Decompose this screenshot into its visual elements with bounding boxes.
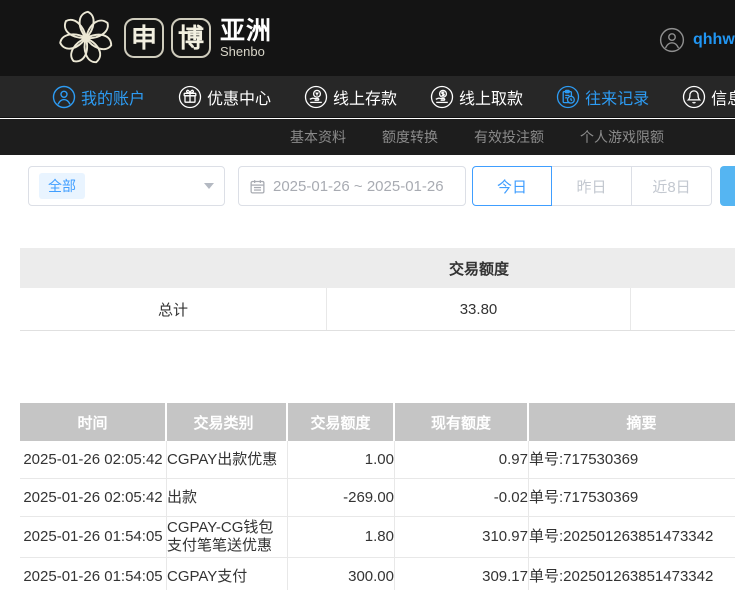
yesterday-button[interactable]: 昨日 xyxy=(552,166,632,206)
nav-item-promotions[interactable]: 优惠中心 xyxy=(178,85,271,109)
deposit-icon xyxy=(304,85,328,109)
column-header-balance: 现有额度 xyxy=(395,403,529,441)
cell-balance: 310.97 xyxy=(395,517,529,557)
brand-region-text: 亚洲 xyxy=(220,18,272,44)
nav-item-deposit[interactable]: 线上存款 xyxy=(304,85,397,109)
column-header-type: 交易类别 xyxy=(167,403,288,441)
summary-header-empty xyxy=(20,248,327,288)
cell-amount: -269.00 xyxy=(288,479,395,516)
nav-label: 我的账户 xyxy=(81,85,145,109)
cell-balance: -0.02 xyxy=(395,479,529,516)
summary-total-label: 总计 xyxy=(20,288,327,330)
brand-char-bo: 博 xyxy=(171,18,211,58)
column-header-amount: 交易额度 xyxy=(288,403,395,441)
nav-item-my-account[interactable]: 我的账户 xyxy=(52,85,145,109)
user-circle-icon xyxy=(52,85,76,109)
date-range-input[interactable]: 2025-01-26 ~ 2025-01-26 xyxy=(238,166,466,206)
cell-summary: 单号:202501263851473342 xyxy=(529,517,735,557)
summary-header-empty xyxy=(631,248,735,288)
nav-label: 往来记录 xyxy=(585,85,649,109)
cell-amount: 1.00 xyxy=(288,441,395,478)
transaction-type-select[interactable]: 全部 xyxy=(28,166,225,206)
nav-item-withdraw[interactable]: 线上取款 xyxy=(430,85,523,109)
table-row: 2025-01-26 02:05:42 CGPAY出款优惠 1.00 0.97 … xyxy=(20,441,735,479)
bell-icon xyxy=(682,85,706,109)
cell-type: CGPAY出款优惠 xyxy=(167,441,288,478)
summary-header-row: 交易额度 xyxy=(20,248,735,288)
table-row: 2025-01-26 01:54:05 CGPAY-CG钱包支付笔笔送优惠 1.… xyxy=(20,517,735,558)
last-8-days-button[interactable]: 近8日 xyxy=(632,166,712,206)
username-text[interactable]: qhhw xyxy=(693,31,735,49)
cell-time: 2025-01-26 01:54:05 xyxy=(20,517,167,557)
cell-balance: 309.17 xyxy=(395,558,529,590)
topbar: 申 博 亚洲 Shenbo qhhw xyxy=(0,0,735,76)
quick-range-group: 今日 昨日 近8日 xyxy=(472,166,712,206)
subnav-item-valid-bets[interactable]: 有效投注额 xyxy=(474,127,544,147)
date-range-value: 2025-01-26 ~ 2025-01-26 xyxy=(273,178,444,195)
chevron-down-icon xyxy=(204,183,214,189)
summary-total-row: 总计 33.80 xyxy=(20,288,735,331)
sub-nav: 基本资料 额度转换 有效投注额 个人游戏限额 xyxy=(0,119,735,155)
nav-label: 信息 xyxy=(711,85,735,109)
summary-total-value: 33.80 xyxy=(327,288,631,330)
cell-amount: 1.80 xyxy=(288,517,395,557)
today-button[interactable]: 今日 xyxy=(472,166,552,206)
cell-time: 2025-01-26 01:54:05 xyxy=(20,558,167,590)
cell-summary: 单号:202501263851473342 xyxy=(529,558,735,590)
cell-summary: 单号:717530369 xyxy=(529,479,735,516)
brand-logo[interactable]: 申 博 亚洲 Shenbo xyxy=(55,7,272,69)
cell-type: CGPAY-CG钱包支付笔笔送优惠 xyxy=(167,517,288,557)
summary-table: 交易额度 总计 33.80 xyxy=(20,248,735,331)
nav-label: 线上存款 xyxy=(333,85,397,109)
nav-item-messages[interactable]: 信息 xyxy=(682,85,735,109)
records-header-row: 时间 交易类别 交易额度 现有额度 摘要 xyxy=(20,403,735,441)
cell-summary: 单号:717530369 xyxy=(529,441,735,478)
cell-balance: 0.97 xyxy=(395,441,529,478)
flower-logo-icon xyxy=(55,7,117,69)
column-header-time: 时间 xyxy=(20,403,167,441)
cell-time: 2025-01-26 02:05:42 xyxy=(20,441,167,478)
summary-empty-cell xyxy=(631,288,735,330)
subnav-item-basic-info[interactable]: 基本资料 xyxy=(290,127,346,147)
nav-label: 线上取款 xyxy=(459,85,523,109)
brand-english-text: Shenbo xyxy=(220,44,272,59)
cell-time: 2025-01-26 02:05:42 xyxy=(20,479,167,516)
cell-type: CGPAY支付 xyxy=(167,558,288,590)
brand-char-shen: 申 xyxy=(124,18,164,58)
table-row: 2025-01-26 02:05:42 出款 -269.00 -0.02 单号:… xyxy=(20,479,735,517)
cell-type: 出款 xyxy=(167,479,288,516)
user-avatar-icon xyxy=(659,27,685,53)
nav-label: 优惠中心 xyxy=(207,85,271,109)
subnav-item-game-limits[interactable]: 个人游戏限额 xyxy=(580,127,664,147)
cell-amount: 300.00 xyxy=(288,558,395,590)
subnav-item-credit-transfer[interactable]: 额度转换 xyxy=(382,127,438,147)
calendar-icon xyxy=(249,178,266,195)
table-row: 2025-01-26 01:54:05 CGPAY支付 300.00 309.1… xyxy=(20,558,735,590)
summary-header-amount: 交易额度 xyxy=(327,248,631,288)
filter-bar: 全部 2025-01-26 ~ 2025-01-26 今日 昨日 近8日 xyxy=(0,166,735,206)
column-header-summary: 摘要 xyxy=(529,403,735,441)
search-button[interactable] xyxy=(720,166,735,206)
records-table: 时间 交易类别 交易额度 现有额度 摘要 2025-01-26 02:05:42… xyxy=(20,403,735,590)
nav-item-transaction-records[interactable]: 往来记录 xyxy=(556,85,649,109)
withdraw-icon xyxy=(430,85,454,109)
gift-icon xyxy=(178,85,202,109)
main-nav: 我的账户 优惠中心 线上存款 线上取款 xyxy=(0,76,735,118)
user-area[interactable]: qhhw xyxy=(659,27,735,53)
selected-type-tag: 全部 xyxy=(39,173,85,199)
records-icon xyxy=(556,85,580,109)
